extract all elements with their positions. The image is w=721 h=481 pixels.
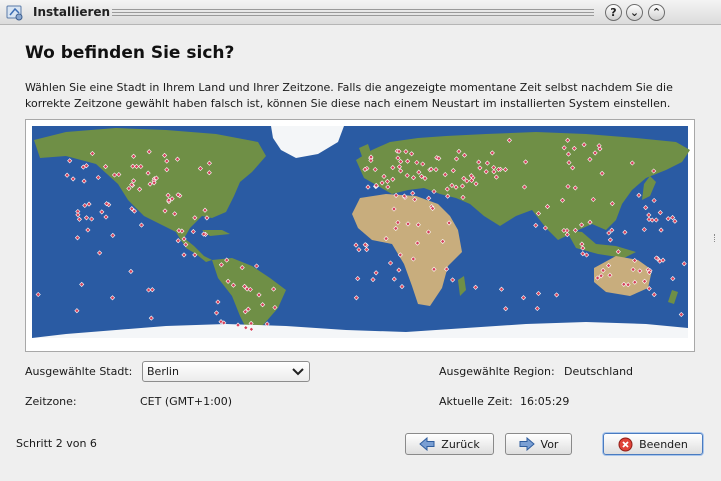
- timezone-value: CET (GMT+1:00): [140, 395, 233, 408]
- chevron-down-icon: [292, 368, 304, 376]
- chevron-up-icon: ⌃: [651, 6, 662, 19]
- page-description: Wählen Sie eine Stadt in Ihrem Land und …: [25, 81, 673, 110]
- timezone-label: Zeitzone:: [25, 395, 77, 408]
- maximize-button[interactable]: ⌃: [648, 4, 665, 21]
- city-select[interactable]: Berlin: [142, 361, 310, 382]
- current-time-value: 16:05:29: [520, 395, 570, 408]
- title-decoration: [112, 9, 594, 16]
- world-map-image[interactable]: [26, 120, 694, 351]
- next-button-label: Vor: [540, 437, 559, 451]
- arrow-right-icon: [519, 437, 535, 451]
- selected-city-label: Ausgewählte Stadt:: [25, 365, 133, 378]
- minimize-button[interactable]: ⌄: [626, 4, 643, 21]
- current-time-label: Aktuelle Zeit:: [439, 395, 513, 408]
- world-map[interactable]: [25, 119, 695, 352]
- step-indicator: Schritt 2 von 6: [16, 437, 97, 450]
- help-icon: ?: [610, 6, 617, 19]
- help-button[interactable]: ?: [605, 4, 622, 21]
- quit-button[interactable]: Beenden: [603, 433, 703, 455]
- close-icon: [618, 437, 633, 451]
- next-button[interactable]: Vor: [505, 433, 572, 455]
- selected-region-label: Ausgewählte Region:: [439, 365, 555, 378]
- window-title: Installieren: [33, 5, 111, 19]
- back-button[interactable]: Zurück: [405, 433, 494, 455]
- quit-button-label: Beenden: [639, 437, 688, 451]
- resize-grip[interactable]: [714, 234, 717, 242]
- installer-app-icon: [6, 5, 23, 21]
- window-titlebar[interactable]: Installieren ? ⌄ ⌃: [0, 0, 721, 25]
- arrow-left-icon: [419, 437, 435, 451]
- chevron-down-icon: ⌄: [629, 6, 640, 19]
- back-button-label: Zurück: [441, 437, 480, 451]
- selected-region-value: Deutschland: [564, 365, 634, 378]
- city-select-value: Berlin: [147, 365, 179, 378]
- page-title: Wo befinden Sie sich?: [25, 43, 235, 63]
